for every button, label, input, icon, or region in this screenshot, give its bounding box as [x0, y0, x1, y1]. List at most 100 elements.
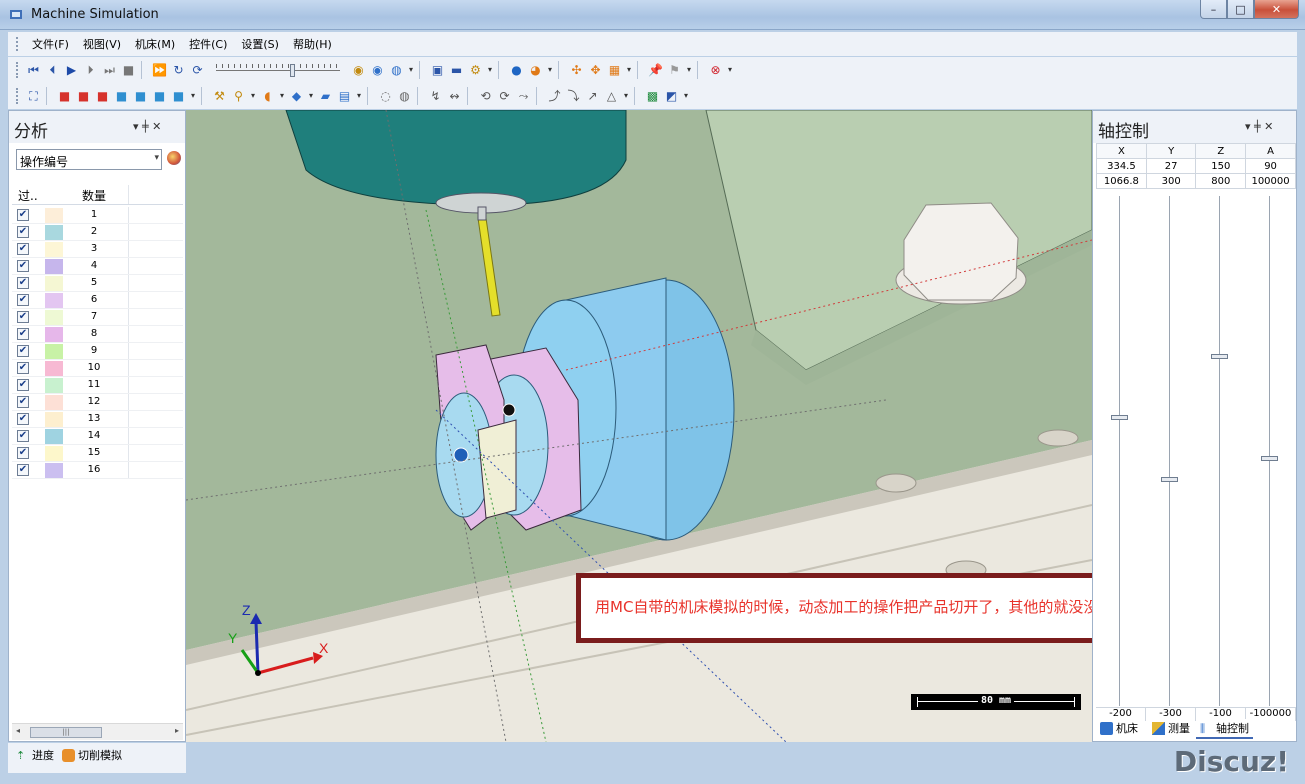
- row-checkbox[interactable]: ✔: [17, 243, 29, 255]
- snapshot-icon[interactable]: ▣: [429, 62, 446, 79]
- row-checkbox[interactable]: ✔: [17, 413, 29, 425]
- clock-icon[interactable]: ◉: [350, 62, 367, 79]
- cube-iso-icon[interactable]: ■: [56, 88, 73, 105]
- go-end-icon[interactable]: ⏭: [101, 62, 118, 79]
- simulation-viewport[interactable]: X Z Y 用MC自带的机床模拟的时候，动态加工的操作把产品切开了，其他的就没没…: [186, 110, 1092, 742]
- chevron-down-icon[interactable]: ▾: [682, 88, 690, 105]
- row-checkbox[interactable]: ✔: [17, 430, 29, 442]
- chevron-down-icon[interactable]: ▾: [486, 62, 494, 79]
- step-forward-icon[interactable]: ⏵: [82, 62, 99, 79]
- menu-machine[interactable]: 机床(M): [128, 36, 182, 52]
- analysis-row[interactable]: ✔ 6: [12, 292, 183, 309]
- tool-display-icon[interactable]: ⚒: [211, 88, 228, 105]
- cube-bottom-icon[interactable]: ■: [170, 88, 187, 105]
- collision-grid-icon[interactable]: ▦: [606, 62, 623, 79]
- analysis-row[interactable]: ✔ 9: [12, 343, 183, 360]
- axis-slider-a[interactable]: [1261, 456, 1278, 462]
- vector-icon[interactable]: ⤴: [546, 88, 563, 105]
- chevron-down-icon[interactable]: ▾: [726, 62, 734, 79]
- menu-controls[interactable]: 控件(C): [182, 36, 234, 52]
- settings-gear-icon[interactable]: ⚙: [467, 62, 484, 79]
- close-button[interactable]: ✕: [1254, 0, 1299, 19]
- tab-measure[interactable]: 测量: [1148, 719, 1194, 737]
- analysis-row[interactable]: ✔ 15: [12, 445, 183, 462]
- time-icon[interactable]: ◉: [369, 62, 386, 79]
- axis-slider-y[interactable]: [1161, 476, 1178, 482]
- menu-settings[interactable]: 设置(S): [234, 36, 286, 52]
- compare-icon[interactable]: ▩: [644, 88, 661, 105]
- chevron-down-icon[interactable]: ▾: [355, 88, 363, 105]
- analysis-row[interactable]: ✔ 11: [12, 377, 183, 394]
- row-checkbox[interactable]: ✔: [17, 311, 29, 323]
- fit-view-icon[interactable]: ⛶: [25, 88, 42, 105]
- toolbar-grip[interactable]: [16, 62, 19, 78]
- row-checkbox[interactable]: ✔: [17, 396, 29, 408]
- cube-front-icon[interactable]: ■: [75, 88, 92, 105]
- analysis-row[interactable]: ✔ 16: [12, 462, 183, 479]
- cube-right-icon[interactable]: ■: [132, 88, 149, 105]
- analysis-row[interactable]: ✔ 3: [12, 241, 183, 258]
- analysis-row[interactable]: ✔ 4: [12, 258, 183, 275]
- analysis-row[interactable]: ✔ 10: [12, 360, 183, 377]
- palette-icon[interactable]: [167, 151, 181, 165]
- holder-display-icon[interactable]: ⚲: [230, 88, 247, 105]
- collision-icon[interactable]: ✣: [568, 62, 585, 79]
- analysis-row[interactable]: ✔ 8: [12, 326, 183, 343]
- chevron-down-icon[interactable]: ▾: [622, 88, 630, 105]
- maximize-button[interactable]: □: [1227, 0, 1254, 19]
- chevron-down-icon[interactable]: ▾: [685, 62, 693, 79]
- menu-file[interactable]: 文件(F): [25, 36, 76, 52]
- speed-slider-thumb[interactable]: [290, 63, 295, 77]
- toolbar-grip[interactable]: [16, 88, 19, 104]
- chevron-down-icon[interactable]: ▾: [154, 153, 159, 163]
- axis-slider-x[interactable]: [1111, 415, 1128, 421]
- ruler-icon[interactable]: ▬: [448, 62, 465, 79]
- analysis-row[interactable]: ✔ 12: [12, 394, 183, 411]
- chevron-down-icon[interactable]: ▾: [546, 62, 554, 79]
- cube-left-icon[interactable]: ■: [113, 88, 130, 105]
- panel-controls[interactable]: ▾ ╪ ✕: [1245, 120, 1273, 133]
- part-display-icon[interactable]: ◆: [288, 88, 305, 105]
- analysis-row[interactable]: ✔ 2: [12, 224, 183, 241]
- chevron-down-icon[interactable]: ▾: [625, 62, 633, 79]
- loop-icon[interactable]: ⟳: [189, 62, 206, 79]
- play-icon[interactable]: ▶: [63, 62, 80, 79]
- row-checkbox[interactable]: ✔: [17, 294, 29, 306]
- analysis-row[interactable]: ✔ 14: [12, 428, 183, 445]
- row-checkbox[interactable]: ✔: [17, 260, 29, 272]
- machine-display-icon[interactable]: ▤: [336, 88, 353, 105]
- scroll-right-icon[interactable]: ▸: [175, 726, 179, 735]
- cube-back-icon[interactable]: ■: [94, 88, 111, 105]
- row-checkbox[interactable]: ✔: [17, 362, 29, 374]
- horizontal-scrollbar[interactable]: ◂ ||| ▸: [12, 723, 183, 740]
- sphere-icon[interactable]: ◕: [527, 62, 544, 79]
- scrollbar-thumb[interactable]: |||: [30, 727, 102, 738]
- deviation-icon[interactable]: ◩: [663, 88, 680, 105]
- axis-slider-track-z[interactable]: [1219, 196, 1220, 706]
- tab-machine[interactable]: 机床: [1096, 719, 1142, 737]
- speed-slider[interactable]: [216, 62, 340, 79]
- row-checkbox[interactable]: ✔: [17, 209, 29, 221]
- stock-display-icon[interactable]: ◖: [259, 88, 276, 105]
- axis-slider-z[interactable]: [1211, 354, 1228, 360]
- row-checkbox[interactable]: ✔: [17, 379, 29, 391]
- chevron-down-icon[interactable]: ▾: [407, 62, 415, 79]
- axis-slider-track-x[interactable]: [1119, 196, 1120, 706]
- scroll-left-icon[interactable]: ◂: [16, 726, 20, 735]
- error-icon[interactable]: ⊗: [707, 62, 724, 79]
- analysis-row[interactable]: ✔ 7: [12, 309, 183, 326]
- row-checkbox[interactable]: ✔: [17, 464, 29, 476]
- minimize-button[interactable]: –: [1200, 0, 1227, 19]
- chevron-down-icon[interactable]: ▾: [307, 88, 315, 105]
- chevron-down-icon[interactable]: ▾: [189, 88, 197, 105]
- panel-controls[interactable]: ▾ ╪ ✕: [133, 120, 161, 133]
- path-line-icon[interactable]: ↯: [427, 88, 444, 105]
- go-start-icon[interactable]: ⏮: [25, 62, 42, 79]
- vector-normal-icon[interactable]: ↗: [584, 88, 601, 105]
- toolpath-icon[interactable]: ◌: [377, 88, 394, 105]
- stop-icon[interactable]: ■: [120, 62, 137, 79]
- column-filter[interactable]: 过..: [18, 187, 38, 204]
- row-checkbox[interactable]: ✔: [17, 277, 29, 289]
- path-arc-icon[interactable]: ↭: [446, 88, 463, 105]
- tab-axis-control[interactable]: ⫼ 轴控制: [1196, 719, 1253, 739]
